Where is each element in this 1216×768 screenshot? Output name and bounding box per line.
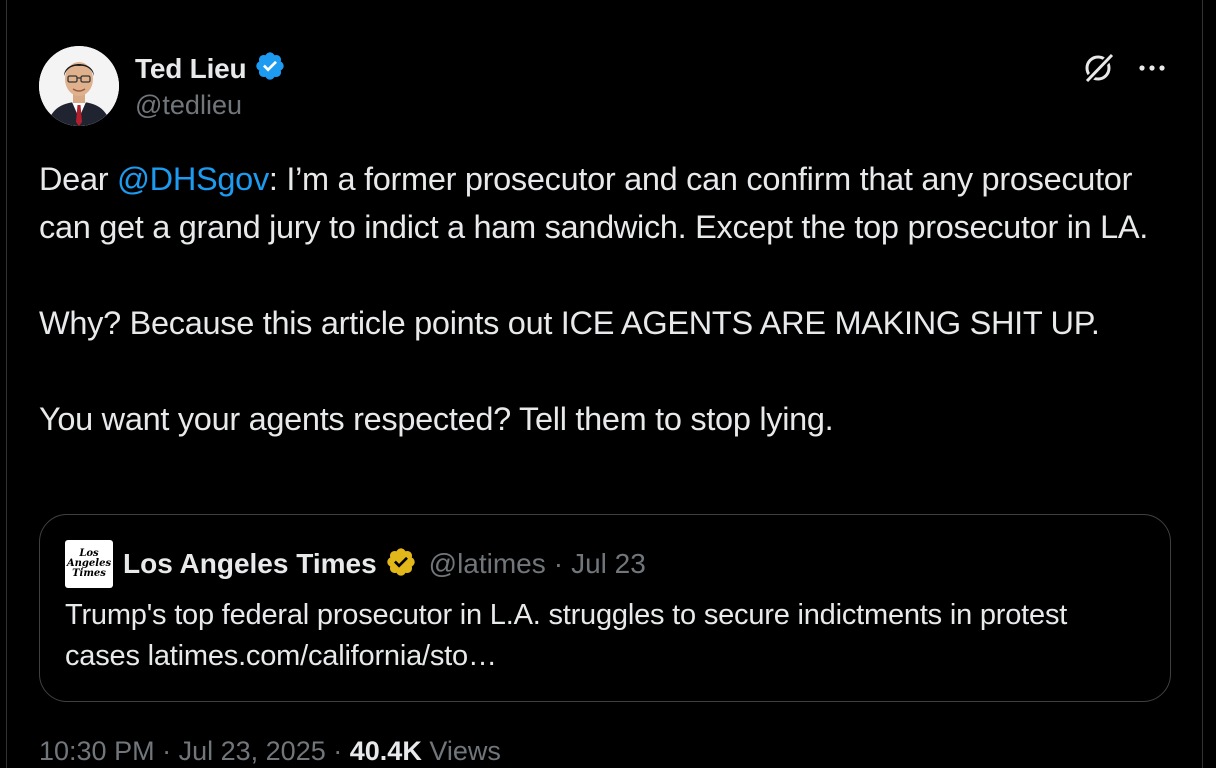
quoted-date[interactable]: Jul 23 — [571, 548, 646, 580]
logo-line-3: Times — [72, 568, 106, 579]
author-name[interactable]: Ted Lieu — [135, 53, 247, 85]
views-count: 40.4K — [349, 736, 422, 766]
grok-icon[interactable] — [1081, 50, 1117, 86]
more-icon[interactable] — [1135, 50, 1171, 86]
quoted-tweet-header: Los Angeles Times Los Angeles Times @lat… — [65, 539, 646, 589]
quoted-separator: · — [553, 548, 564, 579]
meta-separator-2: · — [333, 736, 343, 766]
views-label: Views — [429, 736, 501, 766]
quoted-tweet-text: Trump's top federal prosecutor in L.A. s… — [65, 599, 1068, 672]
tweet-time[interactable]: 10:30 PM — [39, 736, 155, 766]
verified-badge-icon[interactable] — [254, 50, 286, 87]
tweet-body: Dear @DHSgov: I’m a former prosecutor an… — [39, 155, 1179, 443]
tweet-date[interactable]: Jul 23, 2025 — [179, 736, 326, 766]
author-handle[interactable]: @tedlieu — [135, 90, 242, 121]
tweet-header: Ted Lieu @tedlieu — [39, 46, 1179, 128]
tweet-paragraph-3: You want your agents respected? Tell the… — [39, 401, 834, 437]
quoted-author-name[interactable]: Los Angeles Times — [123, 548, 377, 580]
mention-link[interactable]: @DHSgov — [117, 161, 269, 197]
tweet-text-prefix: Dear — [39, 161, 117, 197]
latimes-logo[interactable]: Los Angeles Times — [65, 540, 113, 588]
gold-verified-badge-icon[interactable] — [385, 546, 417, 583]
tweet-paragraph-2: Why? Because this article points out ICE… — [39, 305, 1100, 341]
author-name-row: Ted Lieu — [135, 50, 286, 87]
quoted-author-handle[interactable]: @latimes — [429, 548, 546, 580]
avatar[interactable] — [39, 46, 119, 126]
quoted-tweet-card[interactable]: Los Angeles Times Los Angeles Times @lat… — [39, 514, 1171, 702]
meta-separator: · — [162, 736, 172, 766]
